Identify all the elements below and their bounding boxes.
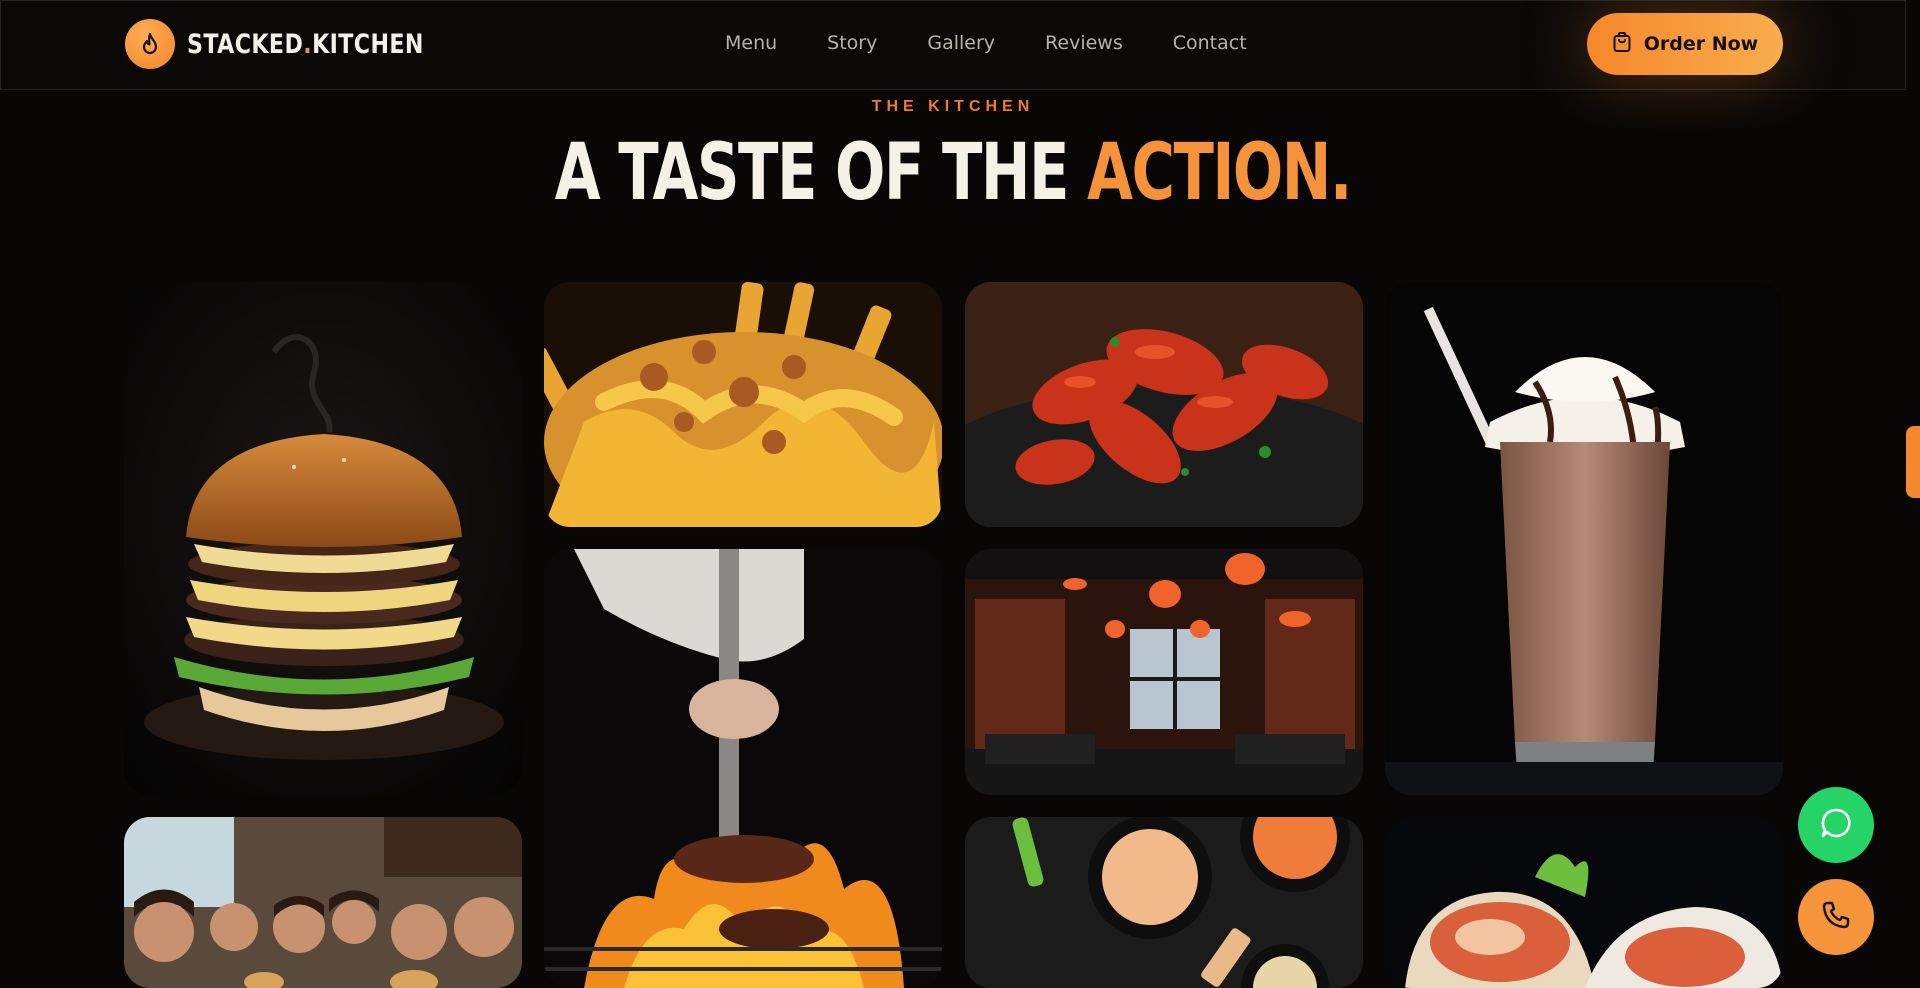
flame-icon: [125, 19, 175, 69]
gallery-tile-interior[interactable]: [965, 549, 1363, 795]
chat-bubble-icon: [1819, 806, 1853, 845]
gallery-tile-wings[interactable]: [965, 282, 1363, 527]
nav-link-story[interactable]: Story: [827, 32, 877, 54]
section-title: A TASTE OF THE ACTION.: [554, 128, 1353, 218]
brand-wordmark: STACKED.KITCHEN: [187, 28, 424, 60]
nav-link-gallery[interactable]: Gallery: [927, 32, 995, 54]
shopping-bag-icon: [1612, 31, 1632, 58]
brand-logo[interactable]: STACKED.KITCHEN: [125, 19, 476, 69]
chicken-wrap-photo: [1385, 817, 1783, 988]
happy-diners-photo: [124, 817, 522, 988]
order-now-button[interactable]: Order Now: [1587, 13, 1783, 75]
gallery-tile-loaded-fries[interactable]: [544, 282, 942, 527]
stacked-burger-photo: [124, 282, 522, 795]
dipping-sauces-photo: [965, 817, 1363, 988]
buffalo-wings-photo: [965, 282, 1363, 527]
phone-icon: [1820, 899, 1852, 936]
section-eyebrow: THE KITCHEN: [871, 98, 1035, 115]
restaurant-interior-photo: [965, 549, 1363, 795]
gallery-tile-wrap[interactable]: [1385, 817, 1783, 988]
order-now-label: Order Now: [1643, 33, 1759, 55]
flame-grill-photo: [544, 549, 942, 988]
gallery-tile-milkshake[interactable]: [1385, 282, 1783, 795]
nav-link-reviews[interactable]: Reviews: [1045, 32, 1123, 54]
nav-link-menu[interactable]: Menu: [725, 32, 777, 54]
nav-link-contact[interactable]: Contact: [1173, 32, 1247, 54]
chocolate-milkshake-photo: [1385, 282, 1783, 795]
gallery-tile-burger[interactable]: [124, 282, 522, 795]
gallery-tile-flame-grill[interactable]: [544, 549, 942, 988]
site-header: STACKED.KITCHEN Menu Story Gallery Revie…: [0, 0, 1906, 90]
call-button[interactable]: [1798, 879, 1874, 955]
gallery-tile-sauces[interactable]: [965, 817, 1363, 988]
chat-button[interactable]: [1798, 787, 1874, 863]
main-nav: Menu Story Gallery Reviews Contact: [725, 32, 1247, 54]
side-scroll-handle[interactable]: [1906, 426, 1920, 498]
gallery-tile-diners[interactable]: [124, 817, 522, 988]
loaded-fries-photo: [544, 282, 942, 527]
